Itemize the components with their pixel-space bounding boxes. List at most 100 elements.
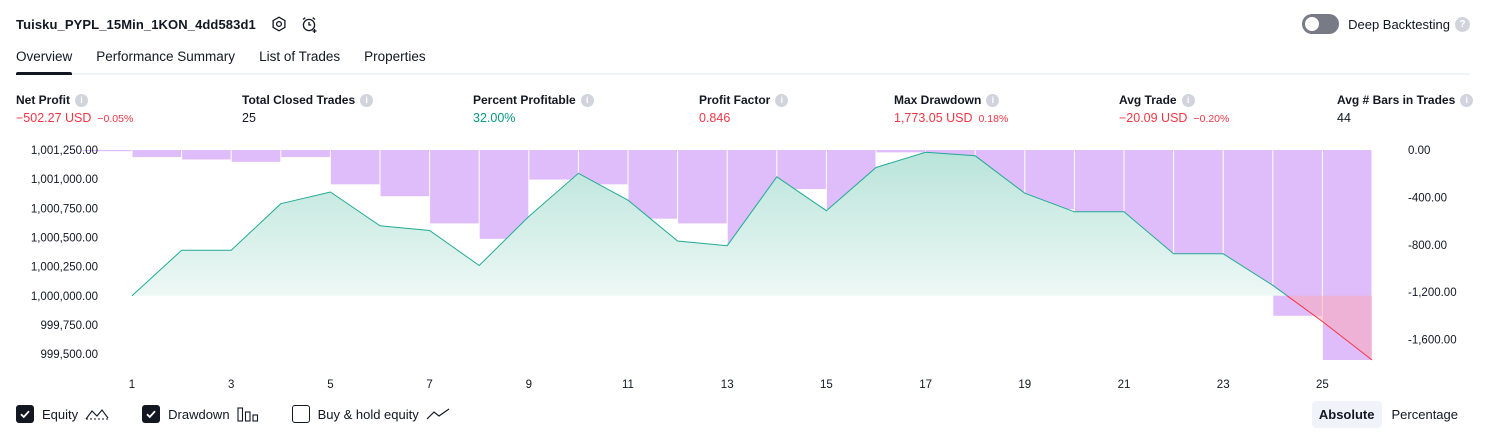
metrics-row: Net Profit i −502.27 USD −0.05% Total Clos… — [16, 93, 1474, 129]
percentage-button[interactable]: Percentage — [1385, 401, 1466, 428]
metric-percent-profitable: Percent Profitable i 32.00% — [473, 93, 594, 125]
metric-label: Max Drawdown — [894, 93, 982, 107]
legend-buy-hold-equity[interactable]: Buy & hold equity — [291, 405, 450, 423]
drawdown-bar — [330, 150, 380, 185]
metric-percent: −0.20% — [1193, 113, 1230, 125]
x-axis-tick: 3 — [228, 379, 234, 391]
drawdown-bar — [231, 150, 281, 162]
tab-list-of-trades[interactable]: List of Trades — [259, 46, 340, 73]
info-icon[interactable]: i — [580, 93, 594, 107]
left-axis-tick: 1,000,250.00 — [31, 262, 98, 274]
right-axis-tick: -1,200.00 — [1408, 287, 1457, 299]
drawdown-bar — [876, 150, 926, 153]
equity-point — [1123, 211, 1125, 213]
info-icon[interactable]: i — [360, 93, 374, 107]
info-icon[interactable]: i — [1460, 93, 1474, 107]
equity-point — [1222, 253, 1224, 255]
metric-value: −20.09 USD — [1119, 111, 1188, 125]
absolute-button[interactable]: Absolute — [1311, 401, 1382, 428]
equity-point — [776, 176, 778, 178]
left-axis-tick: 999,500.00 — [40, 349, 98, 361]
drawdown-bar — [132, 150, 182, 158]
metric-percent: −0.05% — [97, 113, 134, 125]
equity-point — [131, 295, 133, 297]
x-axis-tick: 7 — [426, 379, 432, 391]
left-axis-tick: 1,001,250.00 — [31, 145, 98, 157]
deep-backtesting: Deep Backtesting ? — [1302, 13, 1470, 35]
settings-icon[interactable] — [268, 13, 290, 35]
drawdown-bar — [678, 150, 727, 224]
equity-point — [1024, 192, 1026, 194]
strategy-tabs: Overview Performance Summary List of Tra… — [16, 46, 1470, 75]
equity-point — [627, 199, 629, 201]
strategy-title: Tuisku_PYPL_15Min_1KON_4dd583d1 — [16, 16, 256, 32]
equity-point — [875, 167, 877, 169]
right-axis-tick: 0.00 — [1408, 145, 1430, 157]
x-axis-tick: 25 — [1316, 379, 1329, 391]
add-alert-icon[interactable] — [298, 13, 320, 35]
left-axis-tick: 999,750.00 — [40, 320, 98, 332]
metric-label: Profit Factor — [699, 93, 771, 107]
drawdown-bar — [430, 150, 479, 224]
equity-point — [1173, 253, 1175, 255]
drawdown-bar — [529, 150, 578, 180]
equity-point — [478, 265, 480, 267]
equity-point — [1272, 285, 1274, 287]
x-axis-tick: 21 — [1118, 379, 1131, 391]
deep-backtesting-toggle[interactable] — [1302, 14, 1340, 34]
x-axis-tick: 5 — [327, 379, 333, 391]
legend-equity-label: Equity — [42, 406, 79, 422]
equity-point — [1371, 359, 1373, 361]
metric-label: Avg # Bars in Trades — [1337, 93, 1456, 107]
equity-point — [528, 216, 530, 218]
tab-performance-summary[interactable]: Performance Summary — [96, 46, 235, 73]
left-axis-tick: 1,000,000.00 — [31, 291, 98, 303]
metric-value: 1,773.05 USD — [894, 111, 973, 125]
buy-hold-checkbox[interactable] — [291, 405, 310, 423]
x-axis-tick: 15 — [820, 379, 833, 391]
metric-value: 25 — [242, 111, 256, 125]
equity-point — [1322, 321, 1324, 323]
tab-properties[interactable]: Properties — [364, 46, 426, 73]
display-mode-toggle: Absolute Percentage — [1309, 401, 1465, 428]
metric-profit-factor: Profit Factor i 0.846 — [699, 93, 789, 125]
info-icon[interactable]: i — [775, 93, 789, 107]
info-icon[interactable]: i — [75, 93, 88, 107]
info-icon[interactable]: i — [1181, 93, 1195, 107]
metric-label: Net Profit — [16, 93, 70, 107]
drawdown-checkbox[interactable] — [142, 405, 161, 423]
metric-value: 32.00% — [473, 111, 516, 125]
equity-point — [974, 155, 976, 157]
drawdown-bar — [1174, 150, 1223, 259]
legend-buy-hold-label: Buy & hold equity — [317, 406, 419, 422]
tab-overview[interactable]: Overview — [16, 46, 73, 75]
x-axis-tick: 23 — [1217, 379, 1230, 391]
equity-point — [429, 230, 431, 232]
drawdown-bar — [281, 150, 330, 158]
equity-point — [379, 225, 381, 227]
equity-point — [578, 173, 580, 175]
equity-point — [230, 250, 232, 252]
x-axis-tick: 11 — [622, 379, 634, 391]
metric-total-closed-trades: Total Closed Trades i 25 — [242, 93, 374, 125]
right-axis-tick: -800.00 — [1408, 240, 1447, 252]
metric-value: −502.27 USD — [16, 111, 92, 125]
info-icon[interactable]: i — [986, 93, 1000, 107]
equity-checkbox[interactable] — [16, 405, 34, 423]
x-axis-tick: 17 — [919, 379, 932, 391]
equity-drawdown-chart[interactable]: 1,001,250.00 1,001,000.00 1,000,750.00 1,00… — [0, 138, 1486, 394]
metric-value: 44 — [1337, 111, 1351, 125]
equity-point — [925, 152, 927, 154]
legend-drawdown[interactable]: Drawdown — [142, 405, 258, 423]
right-axis-tick: -1,600.00 — [1408, 335, 1457, 347]
buy-hold-line-icon — [426, 407, 450, 421]
left-axis-tick: 1,000,750.00 — [31, 203, 98, 215]
equity-point — [677, 240, 679, 242]
metric-net-profit: Net Profit i −502.27 USD −0.05% — [16, 93, 133, 125]
toggle-knob — [1305, 17, 1320, 31]
legend-equity[interactable]: Equity — [16, 405, 109, 423]
equity-point — [280, 203, 282, 205]
equity-point — [330, 191, 332, 193]
help-icon[interactable]: ? — [1455, 16, 1470, 32]
legend-drawdown-label: Drawdown — [168, 406, 230, 422]
